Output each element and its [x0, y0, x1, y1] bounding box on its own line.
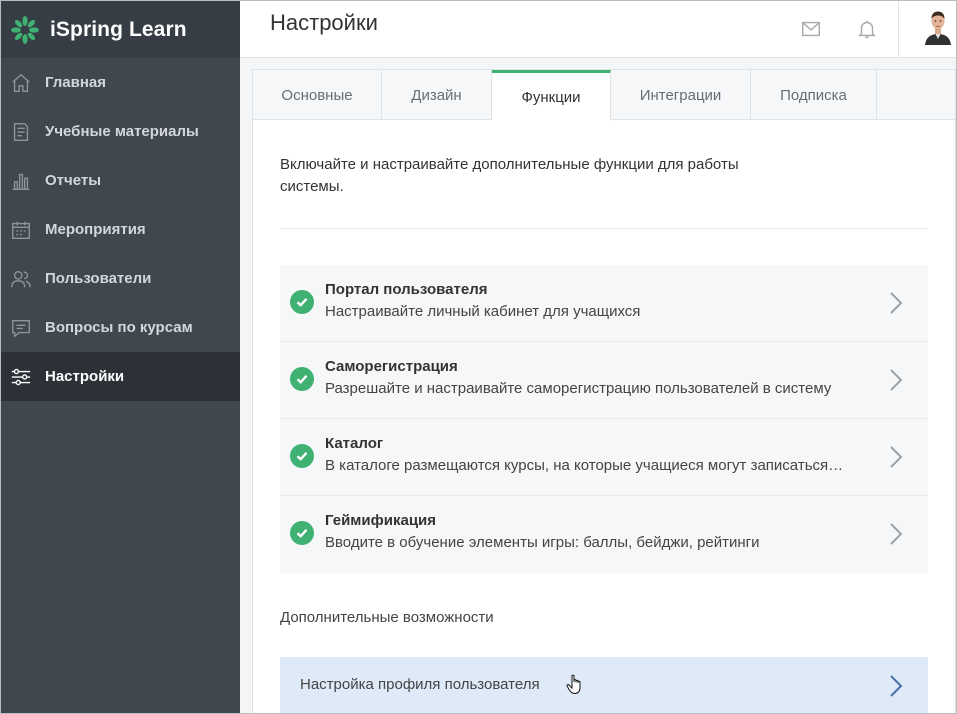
header-divider: [898, 1, 899, 58]
sidebar-item-questions[interactable]: Вопросы по курсам: [1, 303, 240, 352]
sidebar-item-label: Отчеты: [45, 172, 102, 189]
sidebar-item-label: Главная: [45, 74, 107, 91]
sidebar-item-label: Учебные материалы: [45, 123, 199, 140]
app-window: iSpring Learn Главная Учебные материалы …: [0, 0, 957, 714]
sidebar-nav: Главная Учебные материалы Отчеты Меропри…: [1, 58, 240, 401]
brand-logo[interactable]: iSpring Learn: [1, 1, 240, 58]
section-divider: [280, 228, 928, 229]
chevron-right-icon: [888, 521, 904, 547]
chevron-right-icon: [888, 290, 904, 316]
home-icon: [9, 71, 33, 95]
sidebar-item-materials[interactable]: Учебные материалы: [1, 107, 240, 156]
sidebar-item-events[interactable]: Мероприятия: [1, 205, 240, 254]
check-circle-icon: [290, 444, 314, 468]
hand-pointer-icon: [566, 674, 581, 695]
feature-description: В каталоге размещаются курсы, на которые…: [325, 457, 845, 474]
sidebar: iSpring Learn Главная Учебные материалы …: [1, 1, 240, 713]
bar-chart-icon: [9, 169, 33, 193]
feature-title: Портал пользователя: [325, 281, 488, 298]
feature-description: Разрешайте и настраивайте саморегистраци…: [325, 380, 832, 397]
settings-tabs: Основные Дизайн Функции Интеграции Подпи…: [253, 70, 955, 121]
users-icon: [9, 267, 33, 291]
feature-catalog[interactable]: Каталог В каталоге размещаются курсы, на…: [280, 419, 928, 496]
check-circle-icon: [290, 290, 314, 314]
ispring-logo-icon: [11, 15, 39, 44]
tab-design[interactable]: Дизайн: [382, 70, 492, 120]
tab-integrations[interactable]: Интеграции: [611, 70, 751, 120]
chevron-right-icon: [888, 673, 904, 699]
sidebar-item-label: Пользователи: [45, 270, 152, 287]
feature-description: Вводите в обучение элементы игры: баллы,…: [325, 534, 760, 551]
sidebar-item-label: Настройки: [45, 368, 125, 385]
sidebar-item-home[interactable]: Главная: [1, 58, 240, 107]
settings-panel: Основные Дизайн Функции Интеграции Подпи…: [252, 69, 956, 713]
check-circle-icon: [290, 367, 314, 391]
intro-text: Включайте и настраивайте дополнительные …: [280, 156, 739, 195]
feature-gamification[interactable]: Геймификация Вводите в обучение элементы…: [280, 496, 928, 573]
sidebar-item-reports[interactable]: Отчеты: [1, 156, 240, 205]
sliders-icon: [9, 365, 33, 389]
calendar-icon: [9, 218, 33, 242]
sidebar-item-label: Мероприятия: [45, 221, 146, 238]
avatar[interactable]: [923, 9, 953, 45]
sidebar-item-settings[interactable]: Настройки: [1, 352, 240, 401]
main-content: Основные Дизайн Функции Интеграции Подпи…: [240, 58, 956, 713]
feature-title: Каталог: [325, 435, 384, 452]
sidebar-item-label: Вопросы по курсам: [45, 319, 193, 336]
tab-features[interactable]: Функции: [492, 70, 611, 121]
tab-general[interactable]: Основные: [253, 70, 382, 120]
user-profile-settings-item[interactable]: Настройка профиля пользователя: [280, 657, 928, 713]
feature-title: Геймификация: [325, 512, 437, 529]
feature-list: Портал пользователя Настраивайте личный …: [280, 265, 928, 573]
top-header: Настройки: [240, 1, 956, 58]
extra-section-title: Дополнительные возможности: [280, 609, 494, 626]
chat-icon: [9, 316, 33, 340]
document-icon: [9, 120, 33, 144]
bell-icon[interactable]: [854, 16, 880, 42]
extra-item-label: Настройка профиля пользователя: [300, 676, 540, 693]
tab-subscription[interactable]: Подписка: [751, 70, 877, 120]
brand-name: iSpring Learn: [50, 17, 187, 41]
mail-icon[interactable]: [798, 16, 824, 42]
sidebar-item-users[interactable]: Пользователи: [1, 254, 240, 303]
page-title: Настройки: [270, 10, 378, 35]
feature-self-registration[interactable]: Саморегистрация Разрешайте и настраивайт…: [280, 342, 928, 419]
feature-user-portal[interactable]: Портал пользователя Настраивайте личный …: [280, 265, 928, 342]
feature-title: Саморегистрация: [325, 358, 458, 375]
chevron-right-icon: [888, 367, 904, 393]
chevron-right-icon: [888, 444, 904, 470]
feature-description: Настраивайте личный кабинет для учащихся: [325, 303, 641, 320]
check-circle-icon: [290, 521, 314, 545]
